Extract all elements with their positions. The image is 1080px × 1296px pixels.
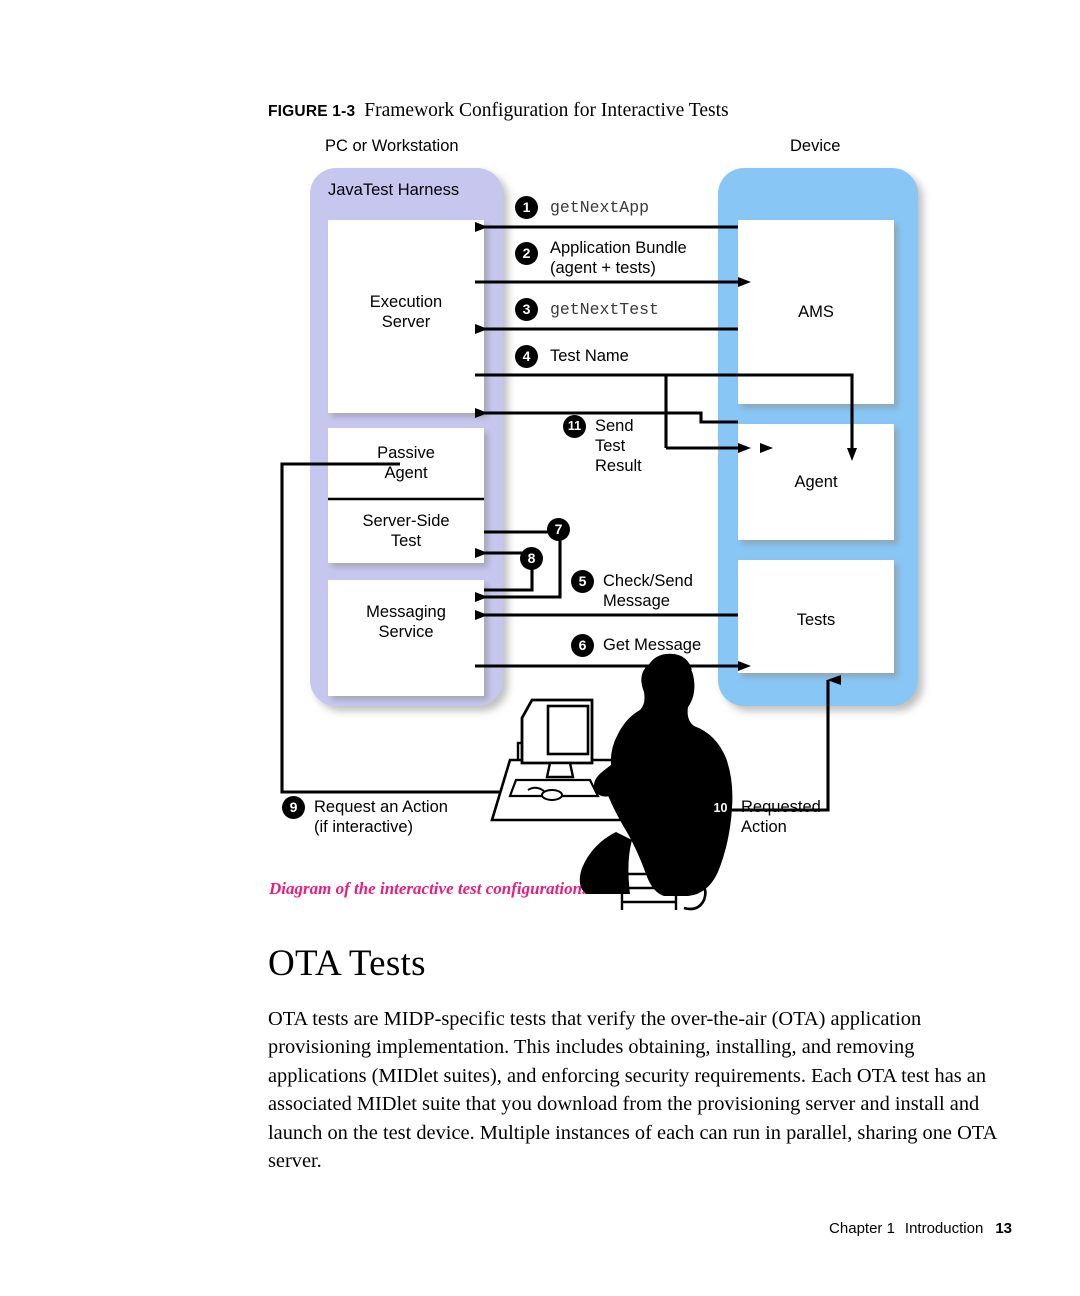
figure-title-line: FIGURE 1-3 Framework Configuration for In… [268,100,968,126]
step-label-11: Send Test Result [595,416,642,476]
execution-server-label: Execution Server [328,292,484,332]
diagram-caption: Diagram of the interactive test configur… [269,879,587,898]
step-label-2-line2: (agent + tests) [550,259,656,277]
step-badge-2: 2 [515,242,538,265]
step-label-5: Check/Send Message [603,571,693,611]
step-badge-5: 5 [571,570,594,593]
step-badge-1: 1 [515,196,538,219]
passive-agent-label-line1: Passive [377,444,435,462]
step-label-9: Request an Action (if interactive) [314,797,448,837]
execution-server-label-line2: Server [381,313,431,331]
javatest-harness-title: JavaTest Harness [328,181,460,199]
messaging-service-label-line2: Service [378,623,434,641]
step-label-4: Test Name [550,347,629,365]
step-label-5-line2: Message [603,592,670,610]
pc-or-workstation-label: PC or Workstation [325,137,459,155]
document-page: FIGURE 1-3 Framework Configuration for In… [0,0,1080,1296]
device-label: Device [790,137,841,155]
step-label-2: Application Bundle (agent + tests) [550,238,687,278]
step-label-10: Requested Action [741,797,821,837]
figure-label: FIGURE 1-3 [268,103,356,120]
figure-title: Framework Configuration for Interactive … [364,100,729,121]
step-badge-8: 8 [520,547,543,570]
step-label-10-line1: Requested [741,798,821,816]
step-badge-11: 11 [563,415,586,438]
execution-server-label-line1: Execution [369,293,443,311]
passive-agent-label: Passive Agent [328,443,484,483]
messaging-service-label: Messaging Service [328,602,484,642]
messaging-service-label-line1: Messaging [366,603,446,621]
page-footer: Chapter 1 Introduction 13 [600,1220,1012,1237]
step-label-5-line1: Check/Send [603,572,693,590]
step-label-9-line2: (if interactive) [314,818,414,836]
body-paragraph: OTA tests are MIDP-specific tests that v… [268,1008,997,1173]
ams-label: AMS [798,303,834,321]
step-label-10-line2: Action [741,818,787,836]
server-side-test-label-line1: Server-Side [362,512,450,530]
step-label-2-line1: Application Bundle [550,239,687,257]
footer-page-number: 13 [995,1220,1012,1237]
step-badge-9: 9 [282,796,305,819]
server-side-test-label: Server-Side Test [328,511,484,551]
step-badge-6: 6 [571,634,594,657]
page-title: OTA Tests [268,943,426,984]
passive-agent-label-line2: Agent [384,464,428,482]
server-side-test-label-line2: Test [390,532,422,550]
step-label-11-line1: Send [595,417,634,435]
step-badge-4: 4 [515,345,538,368]
step-label-11-line2: Test [595,437,626,455]
step-badge-7: 7 [547,518,570,541]
agent-label: Agent [794,473,838,491]
person-at-computer-illustration [490,653,733,911]
footer-chapter: Chapter 1 [829,1220,895,1237]
step-label-1: getNextApp [550,198,650,217]
step-badge-10: 10 [709,797,732,820]
step-label-9-line1: Request an Action [314,798,448,816]
framework-configuration-diagram: PC or Workstation Device JavaTest Harnes… [260,132,960,912]
step-label-3: getNextTest [550,300,659,319]
step-label-6: Get Message [603,636,702,654]
step-badge-3: 3 [515,298,538,321]
footer-section: Introduction [904,1220,984,1237]
tests-label: Tests [796,611,836,629]
step-label-11-line3: Result [595,457,642,475]
